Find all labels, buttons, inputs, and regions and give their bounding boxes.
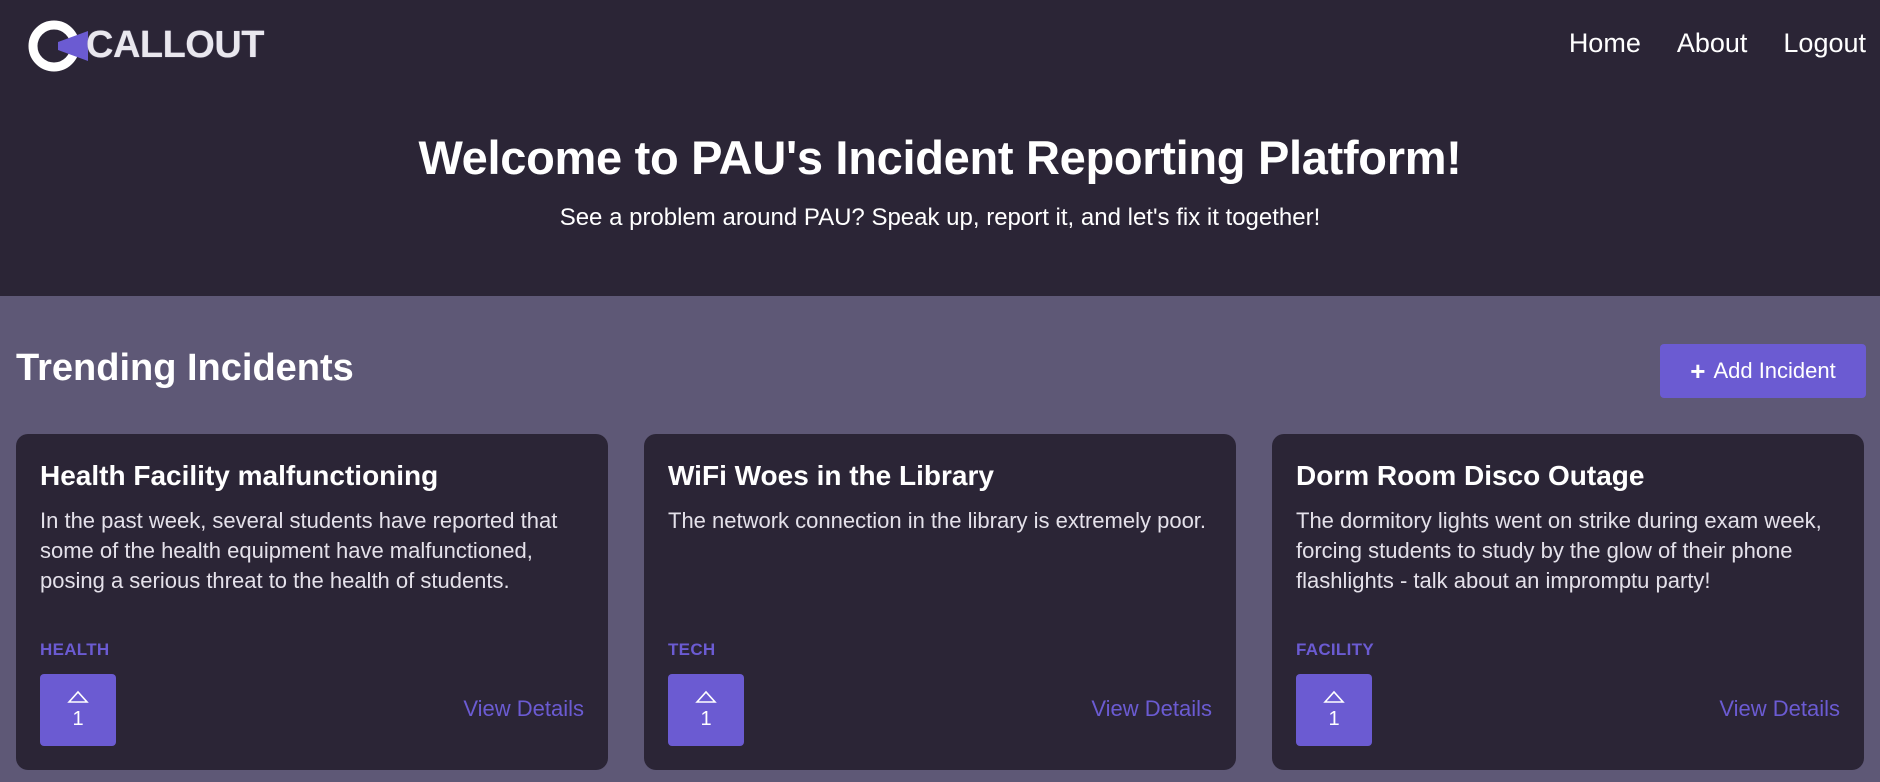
- hero-subtitle: See a problem around PAU? Speak up, repo…: [559, 204, 1321, 231]
- incident-tag: FACILITY: [1296, 640, 1374, 659]
- upvote-icon: [1323, 690, 1345, 703]
- logo-text: CALLOUT: [86, 24, 265, 66]
- logo-icon: [28, 20, 88, 72]
- incident-tag: TECH: [668, 640, 716, 659]
- upvote-button[interactable]: 1: [1296, 674, 1372, 746]
- upvote-count: 1: [700, 707, 712, 730]
- incident-title: WiFi Woes in the Library: [668, 460, 994, 491]
- incident-description: The network connection in the library is…: [668, 508, 1207, 533]
- incident-title: Dorm Room Disco Outage: [1296, 460, 1645, 491]
- upvote-button[interactable]: 1: [40, 674, 116, 746]
- header: CALLOUT Home About Logout Welcome to PAU…: [0, 0, 1880, 296]
- incident-card: WiFi Woes in the Library The network con…: [644, 434, 1236, 770]
- logo[interactable]: CALLOUT: [28, 18, 265, 74]
- add-incident-label: Add Incident: [1713, 358, 1836, 383]
- nav-home[interactable]: Home: [1569, 26, 1641, 60]
- add-incident-button[interactable]: + Add Incident: [1660, 344, 1866, 398]
- incident-description: The dormitory lights went on strike duri…: [1296, 508, 1822, 593]
- nav-logout[interactable]: Logout: [1783, 26, 1866, 60]
- nav-about[interactable]: About: [1677, 26, 1748, 60]
- incident-card: Dorm Room Disco Outage The dormitory lig…: [1272, 434, 1864, 770]
- view-details-link[interactable]: View Details: [463, 696, 584, 722]
- view-details-link[interactable]: View Details: [1091, 696, 1212, 722]
- upvote-icon: [695, 690, 717, 703]
- hero-title: Welcome to PAU's Incident Reporting Plat…: [418, 131, 1462, 184]
- upvote-icon: [67, 690, 89, 703]
- main-nav: Home About Logout: [1569, 26, 1866, 60]
- incident-card: Health Facility malfunctioning In the pa…: [16, 434, 608, 770]
- incident-title: Health Facility malfunctioning: [40, 460, 439, 491]
- section-title: Trending Incidents: [16, 347, 354, 389]
- plus-icon: +: [1690, 356, 1706, 386]
- view-details-link[interactable]: View Details: [1719, 696, 1840, 722]
- upvote-button[interactable]: 1: [668, 674, 744, 746]
- upvote-count: 1: [1328, 707, 1340, 730]
- incident-tag: HEALTH: [40, 640, 110, 659]
- incident-description: In the past week, several students have …: [40, 508, 558, 593]
- upvote-count: 1: [72, 707, 84, 730]
